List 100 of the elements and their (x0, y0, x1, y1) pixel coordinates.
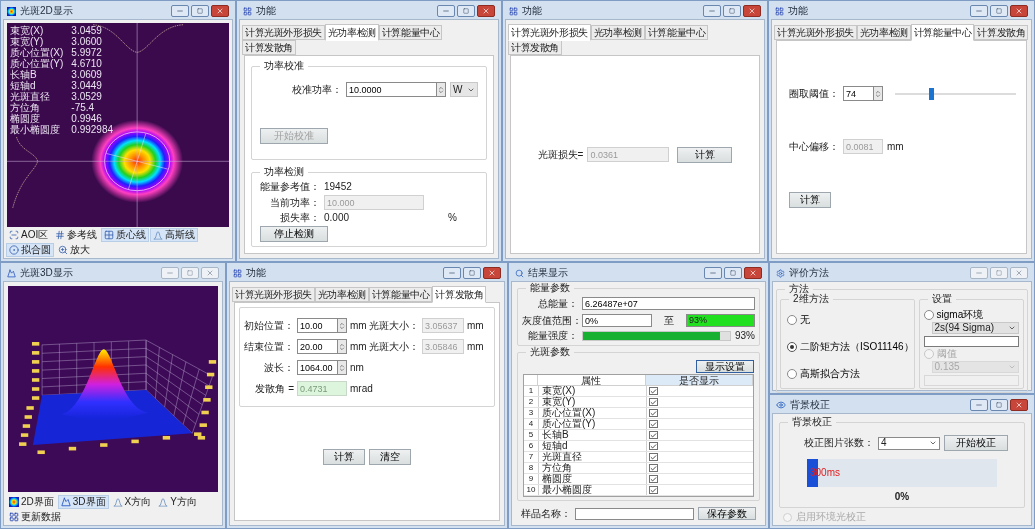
spin-field[interactable]: 10.0000 (346, 82, 437, 98)
maximize-button[interactable] (463, 267, 481, 279)
checkbox[interactable] (649, 453, 658, 461)
minimize-button[interactable] (171, 5, 189, 17)
checkbox[interactable] (649, 398, 658, 406)
tab[interactable]: 光功率检测 (324, 24, 379, 41)
push-button[interactable]: 计算 (323, 449, 365, 465)
minimize-button[interactable] (970, 267, 988, 279)
input-field[interactable] (575, 507, 694, 520)
maximize-button[interactable] (181, 267, 199, 279)
push-button[interactable]: 开始校正 (944, 435, 1008, 451)
crosshair-grid-icon (104, 230, 115, 240)
spin-field[interactable]: 74 (843, 86, 874, 101)
tab[interactable]: 计算发散角 (242, 40, 296, 55)
toolbar-button[interactable]: X方向 (109, 495, 155, 509)
close-button[interactable] (744, 267, 762, 279)
spin-field[interactable]: 1064.00 (297, 360, 338, 375)
maximize-button[interactable] (990, 267, 1008, 279)
push-button[interactable]: 计算 (789, 192, 831, 208)
push-button[interactable]: 保存参数 (698, 507, 756, 520)
spin-field[interactable]: 20.00 (297, 339, 338, 354)
input-field[interactable] (923, 336, 1019, 347)
spinner-button[interactable] (338, 360, 347, 375)
tab[interactable]: 光功率检测 (856, 25, 911, 40)
toolbar-button[interactable]: 3D界面 (57, 495, 109, 509)
spin-field[interactable]: 10.00 (297, 318, 338, 333)
checkbox[interactable] (649, 387, 658, 395)
checkbox[interactable] (649, 475, 658, 483)
tab[interactable]: 计算发散角 (974, 25, 1029, 40)
toolbar-button[interactable]: 拟合圆 (6, 243, 54, 257)
toolbar-button[interactable]: 参考线 (52, 228, 101, 242)
radio-button[interactable] (923, 310, 934, 320)
close-button[interactable] (477, 5, 495, 17)
close-button[interactable] (743, 5, 761, 17)
minimize-button[interactable] (437, 5, 455, 17)
radio-button[interactable] (787, 342, 797, 352)
tab[interactable]: 计算能量中心 (644, 25, 709, 40)
slider-track[interactable] (895, 87, 1016, 100)
toolbar-button[interactable]: 质心线 (101, 228, 150, 242)
toolbar-button[interactable]: 更新数据 (6, 510, 64, 524)
maximize-button[interactable] (191, 5, 209, 17)
minimize-button[interactable] (161, 267, 179, 279)
radio-button[interactable] (787, 314, 797, 325)
push-button[interactable]: 清空 (369, 449, 411, 465)
maximize-button[interactable] (457, 5, 475, 17)
spinner-button[interactable] (338, 318, 347, 333)
slider-thumb[interactable] (929, 87, 935, 100)
minimize-button[interactable] (703, 5, 721, 17)
maximize-button[interactable] (723, 5, 741, 17)
minimize-button[interactable] (970, 5, 988, 17)
toolbar-button[interactable]: 高斯线 (150, 228, 199, 242)
tab[interactable]: 计算光斑外形损失 (232, 287, 315, 302)
tab[interactable]: 计算光斑外形损失 (774, 25, 857, 40)
tab[interactable]: 计算发散角 (432, 286, 487, 303)
checkbox[interactable] (649, 464, 658, 472)
input-field[interactable]: 6.26487e+07 (582, 297, 755, 310)
spinner-arrows-icon (338, 363, 346, 372)
tab[interactable]: 光功率检测 (314, 287, 369, 302)
tab[interactable]: 计算能量中心 (378, 25, 443, 40)
push-button[interactable]: 计算 (677, 146, 733, 163)
maximize-button[interactable] (990, 399, 1008, 411)
input-field[interactable]: 0% (582, 314, 652, 327)
tab[interactable]: 计算光斑外形损失 (508, 24, 591, 41)
chevron-down-icon (1008, 324, 1016, 332)
settings-icon (776, 268, 785, 278)
tab[interactable]: 光功率检测 (590, 25, 645, 40)
param-label: 光斑直径 (10, 92, 51, 102)
toolbar-button[interactable]: 2D界面 (6, 495, 57, 509)
push-button[interactable]: 停止检测 (260, 226, 328, 242)
dropdown[interactable]: 2s(94 Sigma) (931, 322, 1019, 334)
checkbox[interactable] (649, 431, 658, 439)
group-label: 2维方法 (789, 294, 833, 304)
minimize-button[interactable] (970, 399, 988, 411)
close-button[interactable] (1010, 5, 1028, 17)
toolbar-button[interactable]: Y方向 (155, 495, 200, 509)
unit-dropdown[interactable]: W (450, 82, 478, 98)
maximize-button[interactable] (724, 267, 742, 279)
close-button[interactable] (211, 5, 229, 17)
push-button[interactable]: 显示设置 (696, 360, 754, 373)
tab[interactable]: 计算能量中心 (368, 287, 433, 302)
close-button[interactable] (483, 267, 501, 279)
close-button[interactable] (1010, 399, 1028, 411)
tab[interactable]: 计算能量中心 (910, 24, 975, 41)
tab[interactable]: 计算光斑外形损失 (242, 25, 325, 40)
checkbox[interactable] (649, 409, 658, 417)
toolbar-button[interactable]: AOI区 (6, 228, 52, 242)
minimize-button[interactable] (443, 267, 461, 279)
spinner-button[interactable] (338, 339, 347, 354)
radio-button[interactable] (787, 369, 797, 380)
input-field[interactable]: 93% (686, 314, 755, 327)
checkbox[interactable] (649, 420, 658, 428)
spinner-button[interactable] (874, 86, 883, 101)
dropdown[interactable]: 4 (878, 436, 940, 450)
toolbar-button[interactable]: 放大 (55, 243, 93, 257)
checkbox[interactable] (649, 442, 658, 450)
minimize-button[interactable] (704, 267, 722, 279)
spinner-button[interactable] (437, 82, 446, 98)
checkbox[interactable] (649, 486, 658, 494)
param-label: 束宽(X) (10, 26, 45, 36)
maximize-button[interactable] (990, 5, 1008, 17)
